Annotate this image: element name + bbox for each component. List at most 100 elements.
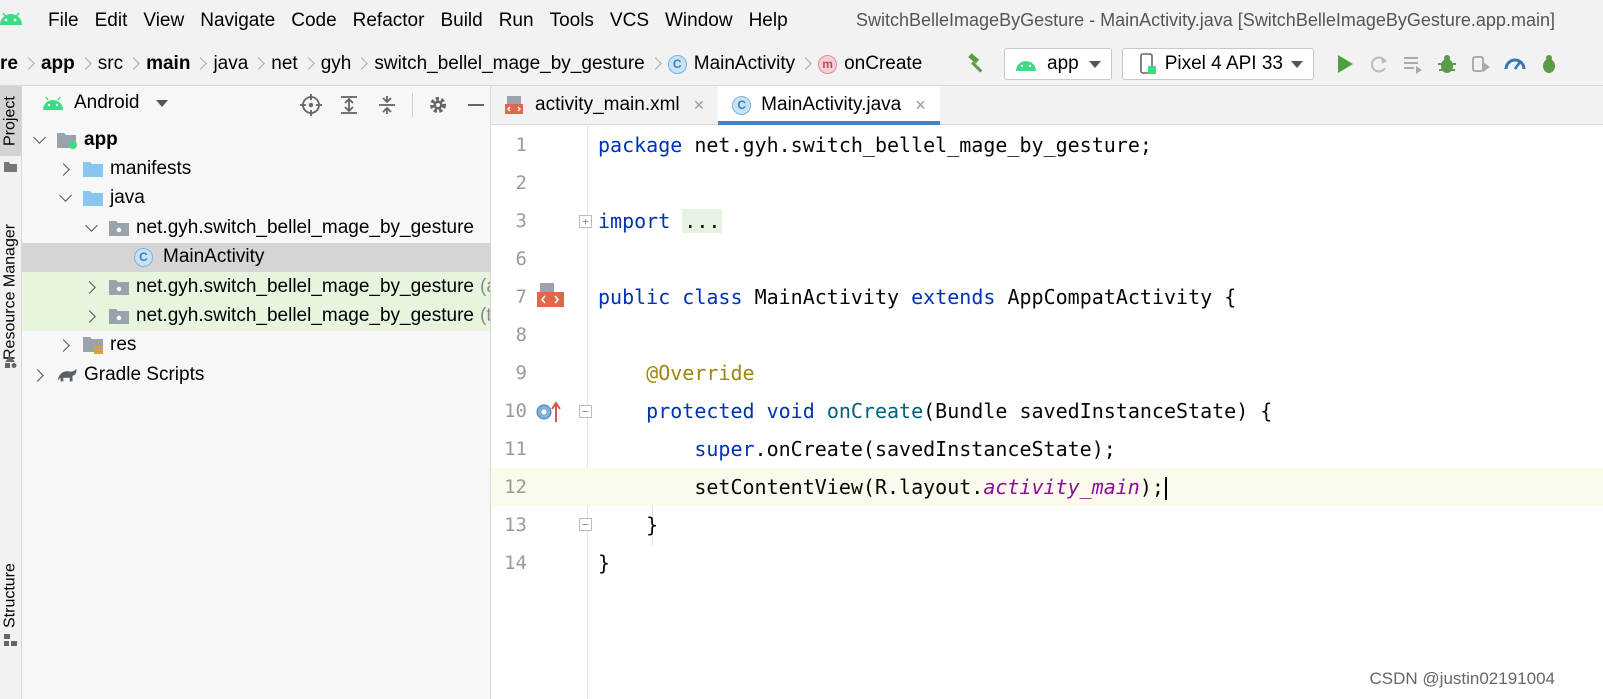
tree-item-java[interactable]: java — [22, 184, 490, 213]
breadcrumb-app[interactable]: app — [35, 53, 81, 75]
related-layout-icon[interactable] — [536, 282, 564, 312]
code-token: package — [598, 133, 683, 158]
hide-panel-icon[interactable] — [459, 90, 493, 120]
chevron-right-icon[interactable] — [84, 309, 98, 323]
chevron-right-icon[interactable] — [58, 162, 72, 176]
run-config-label: app — [1047, 53, 1079, 74]
tab-label: activity_main.xml — [535, 94, 680, 115]
breadcrumb-separator — [306, 57, 313, 71]
breadcrumb-main[interactable]: main — [140, 53, 196, 75]
tree-item-label: net.gyh.switch_bellel_mage_by_gesture — [136, 216, 474, 238]
breadcrumb-separator — [803, 57, 810, 71]
tab-activity-main-xml[interactable]: activity_main.xml × — [491, 86, 718, 124]
tree-item-mainactivity[interactable]: C MainActivity — [22, 242, 490, 272]
menu-code[interactable]: Code — [283, 0, 344, 42]
tree-item-package-androidtest[interactable]: net.gyh.switch_bellel_mage_by_gesture (a — [22, 271, 490, 302]
gear-icon[interactable] — [421, 90, 455, 120]
menu-run[interactable]: Run — [491, 0, 542, 42]
code-editor[interactable]: 1 package net.gyh.switch_bellel_mage_by_… — [491, 125, 1603, 699]
breadcrumb-src[interactable]: src — [92, 53, 129, 75]
breadcrumb-package[interactable]: switch_bellel_mage_by_gesture — [368, 53, 650, 75]
code-line: 8 — [491, 316, 1603, 354]
line-number: 6 — [515, 248, 527, 271]
chevron-right-icon[interactable] — [84, 280, 98, 294]
tree-item-app[interactable]: app — [22, 125, 490, 154]
locate-icon[interactable] — [294, 90, 328, 120]
profile-icon[interactable] — [1498, 47, 1532, 81]
project-panel: Android app manifests java net.gyh.switc… — [22, 86, 491, 699]
chevron-down-icon[interactable] — [84, 221, 98, 235]
menu-view[interactable]: View — [135, 0, 192, 42]
menu-help[interactable]: Help — [741, 0, 796, 42]
class-icon: C — [732, 95, 752, 115]
tree-item-res[interactable]: res — [22, 331, 490, 360]
chevron-down-icon[interactable] — [32, 133, 46, 147]
resource-manager-icon — [5, 356, 17, 368]
tab-mainactivity-java[interactable]: C MainActivity.java × — [718, 86, 940, 125]
chevron-down-icon[interactable] — [58, 191, 72, 205]
code-token: import — [598, 209, 671, 234]
menu-tools[interactable]: Tools — [542, 0, 602, 42]
fold-collapse-icon[interactable]: − — [579, 405, 592, 418]
project-tool-tab[interactable]: Project — [0, 86, 21, 156]
breadcrumb-method[interactable]: m onCreate — [812, 53, 928, 75]
tree-item-manifests[interactable]: manifests — [22, 154, 490, 183]
fold-end-icon[interactable]: − — [579, 518, 592, 531]
code-line: 11 super.onCreate(savedInstanceState); — [491, 430, 1603, 468]
breadcrumb-module-partial[interactable]: re — [0, 53, 24, 75]
tree-item-package-main[interactable]: net.gyh.switch_bellel_mage_by_gesture — [22, 213, 490, 242]
resource-manager-label: Resource Manager — [1, 223, 19, 361]
expand-all-icon[interactable] — [332, 90, 366, 120]
menu-file[interactable]: File — [40, 0, 87, 42]
run-icon[interactable] — [1328, 47, 1362, 81]
fold-expand-icon[interactable]: + — [579, 215, 592, 228]
tree-item-gradle-scripts[interactable]: Gradle Scripts — [22, 360, 490, 389]
code-token: setContentView(R.layout. — [694, 474, 984, 499]
structure-tool-tab[interactable]: Structure — [0, 546, 21, 646]
code-line: 10 − protected void onCreate(Bundle save… — [491, 392, 1603, 430]
device-select[interactable]: Pixel 4 API 33 — [1121, 48, 1314, 80]
rerun-icon[interactable] — [1362, 47, 1396, 81]
run-config-select[interactable]: app — [1004, 48, 1112, 80]
line-number: 11 — [504, 438, 527, 461]
hammer-icon[interactable] — [960, 47, 994, 81]
code-line: 6 — [491, 240, 1603, 278]
breadcrumb-gyh[interactable]: gyh — [315, 53, 358, 75]
breadcrumb-class[interactable]: C MainActivity — [662, 53, 801, 75]
module-icon — [56, 130, 78, 150]
editor-tab-bar: activity_main.xml × C MainActivity.java … — [491, 86, 1603, 125]
close-icon[interactable]: × — [694, 95, 705, 116]
override-method-icon[interactable] — [536, 401, 562, 423]
collapse-all-icon[interactable] — [370, 90, 404, 120]
folded-imports[interactable]: ... — [682, 209, 723, 234]
android-studio-icon[interactable] — [0, 9, 22, 31]
breadcrumb-java[interactable]: java — [207, 53, 254, 75]
menu-refactor[interactable]: Refactor — [345, 0, 433, 42]
tree-item-package-test[interactable]: net.gyh.switch_bellel_mage_by_gesture (t… — [22, 301, 490, 331]
code-token: onCreate — [826, 399, 924, 424]
coverage-icon[interactable] — [1396, 47, 1430, 81]
current-code-line: 12 setContentView(R.layout.activity_main… — [491, 468, 1603, 507]
code-line: 14 } — [491, 544, 1603, 582]
navigation-bar: re app src main java net gyh switch_bell… — [0, 42, 1603, 86]
breadcrumb-net[interactable]: net — [265, 53, 303, 75]
project-view-select[interactable]: Android — [42, 92, 168, 114]
menu-window[interactable]: Window — [657, 0, 741, 42]
sync-icon[interactable] — [1532, 47, 1566, 81]
menu-bar: File Edit View Navigate Code Refactor Bu… — [0, 0, 1603, 42]
resource-manager-tab[interactable]: Resource Manager — [0, 202, 21, 382]
breadcrumb-separator — [198, 57, 205, 71]
code-token: class — [682, 285, 743, 310]
layout-xml-icon — [505, 96, 523, 114]
attach-debugger-icon[interactable] — [1464, 47, 1498, 81]
menu-vcs[interactable]: VCS — [602, 0, 657, 42]
chevron-right-icon[interactable] — [58, 338, 72, 352]
debug-icon[interactable] — [1430, 47, 1464, 81]
chevron-right-icon[interactable] — [32, 368, 46, 382]
line-number: 13 — [504, 514, 527, 537]
tree-item-label: java — [110, 187, 145, 209]
menu-navigate[interactable]: Navigate — [192, 0, 283, 42]
menu-build[interactable]: Build — [432, 0, 490, 42]
close-icon[interactable]: × — [915, 95, 926, 116]
menu-edit[interactable]: Edit — [87, 0, 136, 42]
